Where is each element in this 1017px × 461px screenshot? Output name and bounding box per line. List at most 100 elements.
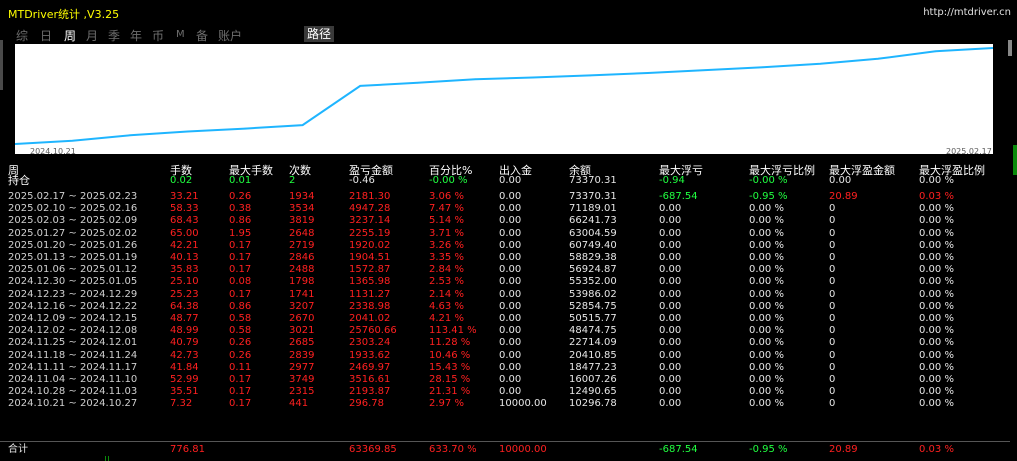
cell-max_float_loss_pct: 0.00 %	[749, 398, 784, 410]
cell-max_float_loss: 0.00	[659, 300, 682, 312]
cell-max_float_loss_pct: 0.00 %	[749, 276, 784, 288]
holding-cell: 0.00 %	[919, 175, 954, 186]
cell-flow: 0.00	[499, 374, 522, 385]
cell-max_float_profit_pct: 0.00 %	[919, 276, 954, 288]
table-header: 周手数 最大手数 次数 盈亏金额 百分比% 出入金 余额 最大浮亏 最大浮亏比例 最大浮盈金额 最大…	[0, 162, 1010, 177]
chart-x-end-label: 2025.02.17	[946, 147, 992, 156]
holding-label: 持仓	[8, 174, 30, 187]
cell-max_float_profit: 0	[829, 325, 836, 337]
cell-max_lots: 0.17	[229, 386, 252, 398]
table-row: 2025.02.17 ~ 2025.02.23 33.21 0.26 1934 2181…	[0, 191, 1010, 203]
tab-4[interactable]: 季	[108, 27, 120, 44]
balance-point-3	[186, 130, 189, 133]
cell-pct: 5.14 %	[429, 215, 464, 227]
cell-balance: 71189.01	[569, 203, 617, 215]
balance-chart	[15, 44, 993, 154]
balance-point-13	[762, 66, 764, 69]
holding-cell: -0.46	[349, 175, 375, 186]
cell-lots: 41.84	[170, 361, 199, 373]
cell-max_lots: 0.08	[229, 276, 252, 288]
cell-max_lots: 0.38	[229, 203, 252, 215]
cell-lots: 40.79	[170, 337, 199, 349]
cell-max_lots: 0.17	[229, 288, 252, 300]
cell-count: 2719	[289, 239, 315, 251]
website-link[interactable]: http://mtdriver.cn	[923, 7, 1011, 18]
cell-pct: 7.47 %	[429, 203, 464, 215]
cell-count: 3021	[289, 325, 315, 337]
cell-count: 2648	[289, 227, 315, 239]
cell-max_lots: 0.26	[229, 349, 252, 361]
cell-flow: 0.00	[499, 349, 522, 361]
bottom-tick	[108, 456, 109, 461]
balance-point-16	[934, 50, 937, 53]
cell-max_float_loss_pct: 0.00 %	[749, 325, 784, 337]
tab-9[interactable]: 账户	[218, 27, 242, 44]
cell-max_lots: 0.11	[229, 361, 252, 373]
cell-balance: 50515.77	[569, 313, 617, 324]
tab-7[interactable]: M	[176, 29, 185, 40]
cell-pnl: 3237.14	[349, 215, 391, 227]
cell-count: 2670	[289, 313, 315, 324]
total-row: 合计 776.81 63369.85 633.70 % 10000.00 -687.54 -…	[0, 441, 1010, 456]
right-handle[interactable]	[1008, 40, 1012, 56]
cell-pct: 4.21 %	[429, 313, 464, 324]
cell-max_float_loss_pct: 0.00 %	[749, 300, 784, 312]
cell-flow: 0.00	[499, 215, 522, 227]
cell-flow: 0.00	[499, 361, 522, 373]
table-row: 2025.01.20 ~ 2025.01.26 42.21 0.17 2719 1920…	[0, 240, 1010, 252]
balance-point-7	[416, 81, 419, 84]
tab-2[interactable]: 周	[64, 27, 76, 44]
tab-1[interactable]: 日	[40, 27, 52, 44]
cell-flow: 0.00	[499, 276, 522, 288]
cell-period: 2024.10.28 ~ 2024.11.03	[8, 386, 138, 398]
cell-lots: 40.13	[170, 252, 199, 263]
cell-flow: 0.00	[499, 386, 522, 398]
cell-max_float_profit_pct: 0.00 %	[919, 337, 954, 349]
cell-pct: 2.53 %	[429, 276, 464, 288]
cell-period: 2024.12.23 ~ 2024.12.29	[8, 288, 138, 300]
cell-period: 2024.12.16 ~ 2024.12.22	[8, 300, 138, 312]
cell-balance: 60749.40	[569, 239, 617, 251]
balance-chart-svg	[15, 47, 993, 145]
cell-balance: 73370.31	[569, 191, 617, 202]
cell-max_float_profit_pct: 0.00 %	[919, 264, 954, 276]
path-button[interactable]: 路径	[304, 26, 335, 42]
cell-max_float_loss: 0.00	[659, 349, 682, 361]
cell-max_float_profit: 0	[829, 215, 836, 227]
cell-pnl: 1131.27	[349, 288, 391, 300]
tab-6[interactable]: 币	[152, 27, 164, 44]
cell-max_float_profit_pct: 0.00 %	[919, 215, 954, 227]
left-scrollbar[interactable]	[0, 40, 3, 90]
cell-period: 2025.02.10 ~ 2025.02.16	[8, 203, 138, 215]
cell-max_float_loss: 0.00	[659, 227, 682, 239]
cell-count: 2488	[289, 264, 315, 276]
cell-count: 2685	[289, 337, 315, 349]
cell-max_float_profit: 0	[829, 276, 836, 288]
cell-balance: 53986.02	[569, 288, 617, 300]
tab-0[interactable]: 综	[16, 27, 28, 44]
cell-period: 2025.02.03 ~ 2025.02.09	[8, 215, 138, 227]
cell-balance: 58829.38	[569, 252, 617, 263]
cell-count: 2315	[289, 386, 315, 398]
holding-cell: -0.94	[659, 175, 685, 186]
cell-max_float_loss: 0.00	[659, 203, 682, 215]
cell-max_float_profit: 20.89	[829, 191, 858, 202]
cell-max_lots: 0.17	[229, 252, 252, 263]
cell-count: 3534	[289, 203, 315, 215]
tab-3[interactable]: 月	[86, 27, 98, 44]
tab-8[interactable]: 备	[196, 27, 208, 44]
cell-period: 2024.11.04 ~ 2024.11.10	[8, 374, 138, 385]
cell-max_float_profit: 0	[829, 337, 836, 349]
cell-lots: 42.21	[170, 239, 199, 251]
cell-pnl: 296.78	[349, 398, 384, 410]
tab-5[interactable]: 年	[130, 27, 142, 44]
cell-max_float_loss: 0.00	[659, 337, 682, 349]
balance-point-6	[359, 85, 361, 87]
table-row: 2025.02.10 ~ 2025.02.16 58.33 0.38 3534 4947…	[0, 203, 1010, 215]
cell-count: 3749	[289, 374, 315, 385]
cell-max_float_loss: 0.00	[659, 313, 682, 324]
cell-count: 1934	[289, 191, 315, 202]
balance-point-14	[819, 62, 822, 65]
cell-period: 2024.12.30 ~ 2025.01.05	[8, 276, 138, 288]
cell-max_float_loss: 0.00	[659, 386, 682, 398]
